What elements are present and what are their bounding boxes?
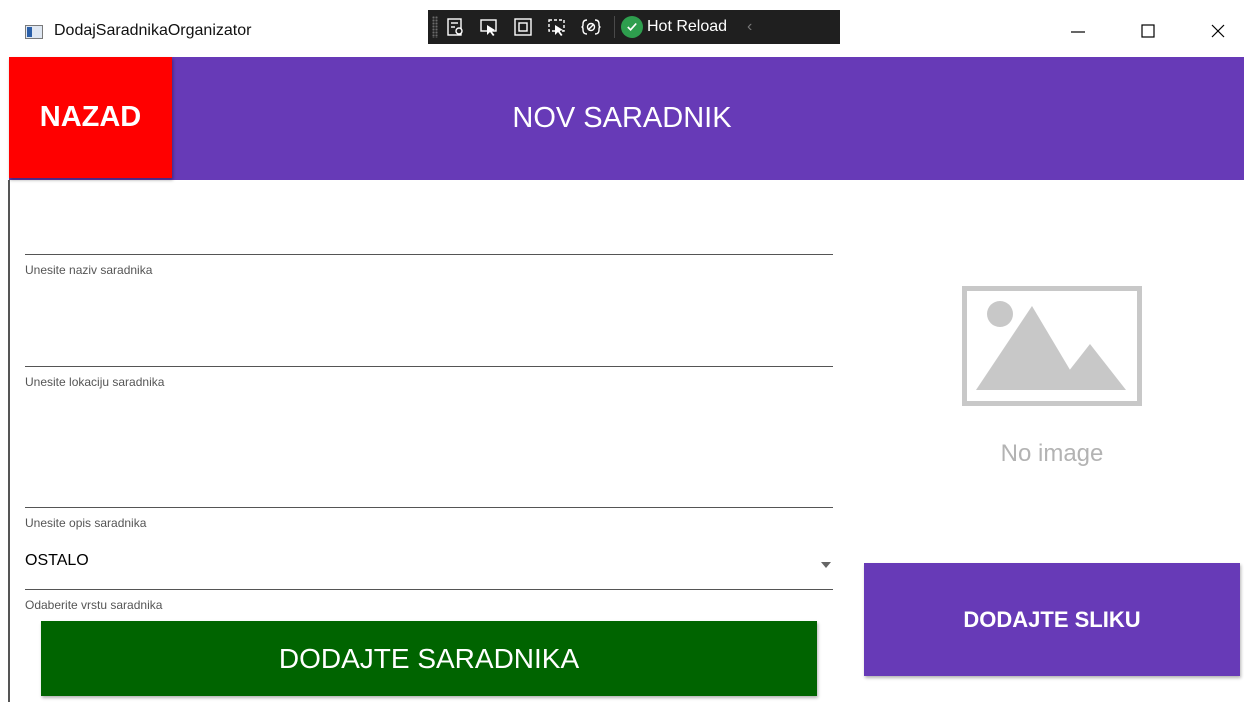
close-icon[interactable] [1198,14,1238,48]
back-button[interactable]: NAZAD [9,57,172,178]
check-icon [621,16,643,38]
window-left-border [8,180,10,702]
description-input[interactable] [25,485,833,508]
location-input[interactable] [25,344,833,367]
name-input[interactable] [25,232,833,255]
description-field: Unesite opis saradnika [25,485,833,530]
app-icon [25,25,43,39]
minimize-icon[interactable] [1058,14,1098,48]
add-image-button[interactable]: DODAJTE SLIKU [864,563,1240,676]
description-caption: Unesite opis saradnika [25,516,147,530]
add-collaborator-button[interactable]: DODAJTE SARADNIKA [41,621,817,696]
debug-toolbar: Hot Reload ‹ [428,10,840,44]
hot-reload-label: Hot Reload [647,18,728,35]
page-title: NOV SARADNIK [512,102,732,134]
image-placeholder-icon [961,285,1143,407]
chevron-left-icon[interactable]: ‹ [747,18,752,36]
select-element-icon[interactable] [478,16,500,38]
location-field: Unesite lokaciju saradnika [25,344,833,389]
maximize-icon[interactable] [1128,14,1168,48]
binding-failures-icon[interactable] [580,16,602,38]
location-caption: Unesite lokaciju saradnika [25,375,165,389]
toolbar-grip-icon[interactable] [432,16,438,38]
type-select[interactable]: OSTALO [25,548,833,590]
display-adorners-icon[interactable] [512,16,534,38]
type-select-value: OSTALO [25,552,89,569]
no-image-label: No image [1000,440,1104,467]
toolbar-separator [614,16,615,38]
name-caption: Unesite naziv saradnika [25,263,153,277]
live-visual-tree-icon[interactable] [444,16,466,38]
name-field: Unesite naziv saradnika [25,232,833,277]
track-focus-icon[interactable] [546,16,568,38]
chevron-down-icon[interactable] [821,562,831,568]
window-titlebar: DodajSaradnikaOrganizator Hot Reload ‹ [0,0,1244,57]
type-select-field: OSTALO Odaberite vrstu saradnika [25,548,833,612]
hot-reload-button[interactable]: Hot Reload [621,16,727,38]
type-caption: Odaberite vrstu saradnika [25,598,163,612]
window-title: DodajSaradnikaOrganizator [54,22,252,39]
